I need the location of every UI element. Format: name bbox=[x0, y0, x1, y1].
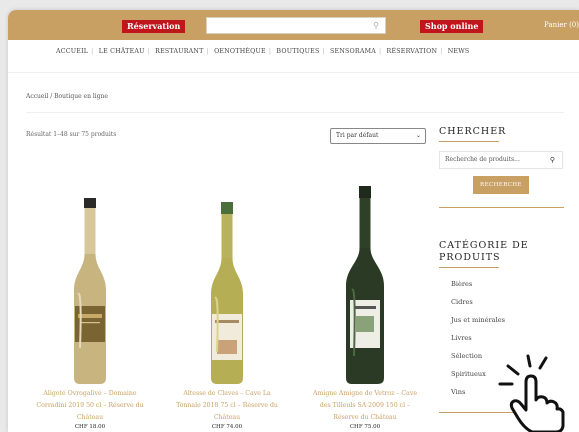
product-card[interactable]: Aligoté Ovrogalive – Domaine Corradini 2… bbox=[30, 198, 150, 430]
breadcrumb[interactable]: Accueil / Boutique en ligne bbox=[26, 93, 108, 100]
nav-item-sensorama[interactable]: SENSORAMA bbox=[330, 48, 376, 55]
product-search-input[interactable]: Recherche de produits... ⚲ bbox=[439, 151, 563, 169]
product-card[interactable]: Altesse de Claves – Cave La Tonnale 2018… bbox=[167, 202, 287, 430]
product-price: CHF 74.00 bbox=[211, 424, 243, 430]
cart-link[interactable]: Panier (0) bbox=[544, 21, 579, 29]
reservation-button[interactable]: Réservation bbox=[122, 20, 186, 33]
nav-item-restaurant[interactable]: RESTAURANT bbox=[155, 48, 203, 55]
hand-cursor-icon bbox=[498, 354, 565, 432]
chevron-down-icon: ⌄ bbox=[415, 132, 421, 139]
search-button[interactable]: RECHERCHE bbox=[473, 176, 529, 194]
category-item-livres[interactable]: Livres bbox=[451, 332, 505, 350]
nav-item-chateau[interactable]: LE CHÂTEAU bbox=[99, 48, 145, 55]
sort-select-value: Tri par défaut bbox=[336, 132, 379, 139]
category-item-bieres[interactable]: Bières bbox=[451, 278, 505, 296]
category-item-cidres[interactable]: Cidres bbox=[451, 296, 505, 314]
sidebar-search-heading: CHERCHER bbox=[439, 126, 506, 142]
product-name[interactable]: Altesse de Claves – Cave La Tonnale 2018… bbox=[167, 388, 287, 424]
product-name[interactable]: Aligoté Ovrogalive – Domaine Corradini 2… bbox=[30, 388, 150, 424]
wine-bottle-image[interactable] bbox=[70, 198, 110, 386]
nav-item-accueil[interactable]: ACCUEIL bbox=[56, 48, 88, 55]
shop-online-button[interactable]: Shop online bbox=[420, 20, 484, 33]
wine-bottle-image[interactable] bbox=[207, 202, 247, 386]
wine-bottle-image[interactable] bbox=[343, 186, 387, 386]
product-search-placeholder: Recherche de produits... bbox=[445, 156, 520, 163]
product-name[interactable]: Amigne Amigne de Vetroz – Cave des Tille… bbox=[305, 388, 425, 424]
search-icon[interactable]: ⚲ bbox=[550, 152, 555, 168]
category-item-jus[interactable]: Jus et minérales bbox=[451, 314, 505, 332]
nav-item-boutiques[interactable]: BOUTIQUES bbox=[276, 48, 319, 55]
search-icon[interactable]: ⚲ bbox=[373, 21, 379, 30]
product-price: CHF 18.00 bbox=[74, 424, 106, 430]
nav-item-oenotheque[interactable]: OENOTHÈQUE bbox=[214, 48, 266, 55]
result-count: Résultat 1–48 sur 75 produits bbox=[26, 131, 117, 138]
nav-item-news[interactable]: NEWS bbox=[448, 48, 470, 55]
product-price: CHF 75.00 bbox=[349, 424, 381, 430]
divider bbox=[8, 72, 579, 73]
product-card[interactable]: Amigne Amigne de Vetroz – Cave des Tille… bbox=[305, 186, 425, 430]
main-nav: ACCUEIL | LE CHÂTEAU | RESTAURANT | OENOTHÈ… bbox=[56, 48, 470, 55]
top-search-input[interactable]: ⚲ bbox=[206, 17, 386, 34]
sort-select[interactable]: Tri par défaut ⌄ bbox=[330, 128, 426, 144]
divider bbox=[26, 112, 564, 113]
top-bar: Réservation ⚲ Shop online Panier (0) bbox=[8, 10, 579, 40]
nav-item-reservation[interactable]: RÉSERVATION bbox=[387, 48, 438, 55]
sidebar-category-heading: CATÉGORIE DE PRODUITS bbox=[439, 240, 529, 268]
divider bbox=[439, 207, 564, 208]
